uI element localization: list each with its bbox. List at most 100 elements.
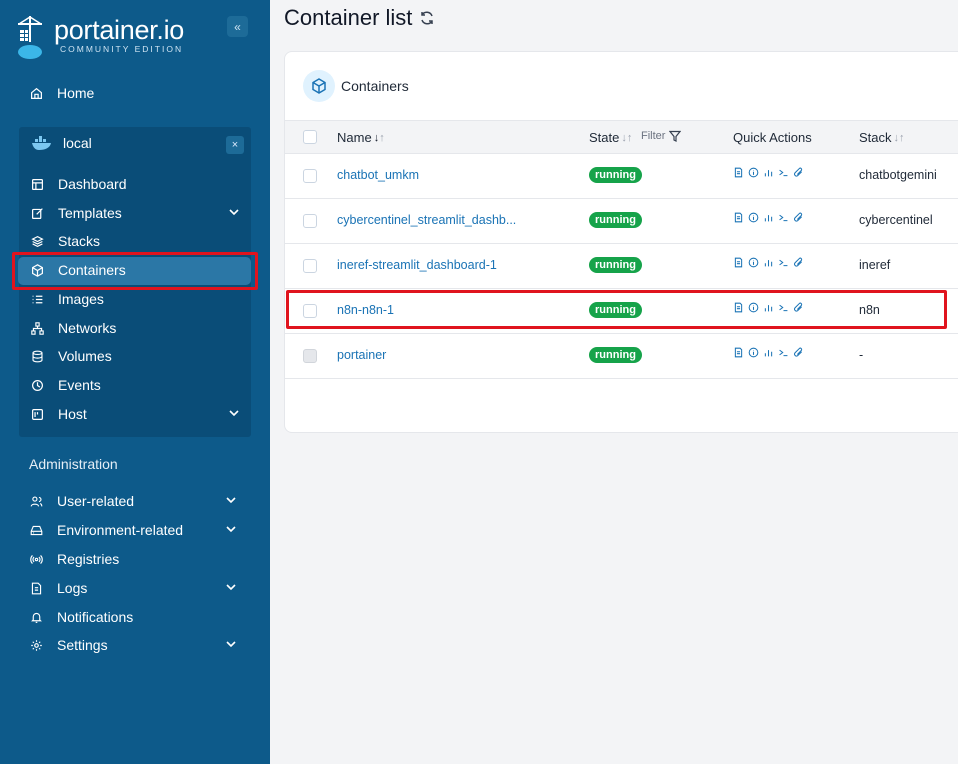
console-icon[interactable] [778, 167, 789, 178]
sidebar-item-settings[interactable]: Settings [29, 631, 237, 659]
dashboard-icon [30, 177, 44, 191]
gear-icon [29, 638, 43, 652]
attach-icon[interactable] [793, 212, 804, 223]
list-icon [30, 292, 44, 306]
sort-icon: ↓↑ [893, 131, 905, 144]
sidebar-item-logs[interactable]: Logs [29, 574, 237, 602]
container-name-link[interactable]: portainer [337, 348, 386, 362]
stack-name: - [859, 348, 864, 362]
table-header: Name ↓↑ State ↓↑ Filter Quick Actions St… [285, 120, 958, 154]
chevron-down-icon [229, 410, 239, 417]
chevron-down-icon [226, 526, 236, 533]
attach-icon[interactable] [793, 257, 804, 268]
sidebar-item-label: Dashboard [58, 176, 127, 192]
home-icon [29, 86, 43, 100]
logs-icon[interactable] [733, 212, 744, 223]
environment-header[interactable]: local [31, 135, 92, 151]
column-header-state[interactable]: State ↓↑ [589, 130, 632, 145]
refresh-icon[interactable] [419, 10, 435, 26]
table-row: cybercentinel_streamlit_dashb... running c… [285, 199, 958, 244]
server-icon [30, 407, 44, 421]
row-checkbox[interactable] [303, 169, 317, 183]
brand-subtitle: COMMUNITY EDITION [60, 44, 184, 54]
sidebar-item-host[interactable]: Host [30, 400, 240, 428]
sort-desc-icon: ↓↑ [373, 131, 385, 144]
container-name-link[interactable]: ineref-streamlit_dashboard-1 [337, 258, 497, 272]
highlight-box-containers [12, 252, 258, 290]
card-header: Containers [303, 70, 409, 102]
sort-icon: ↓↑ [621, 131, 633, 144]
portainer-logo-icon [18, 16, 42, 59]
sidebar-item-label: Host [58, 406, 87, 422]
card-title: Containers [341, 78, 409, 94]
environment-name: local [63, 135, 92, 151]
sidebar-item-volumes[interactable]: Volumes [30, 342, 112, 370]
console-icon[interactable] [778, 347, 789, 358]
logs-icon[interactable] [733, 347, 744, 358]
sidebar-item-home[interactable]: Home [29, 79, 94, 107]
stack-name: chatbotgemini [859, 168, 937, 182]
state-filter-button[interactable]: Filter [641, 130, 682, 142]
sidebar-item-dashboard[interactable]: Dashboard [30, 170, 127, 198]
drive-icon [29, 523, 43, 537]
column-header-quick-actions: Quick Actions [733, 130, 812, 145]
brand[interactable]: portainer.io COMMUNITY EDITION [16, 14, 216, 62]
close-environment-button[interactable]: × [226, 136, 244, 154]
sidebar-item-label: Networks [58, 320, 117, 336]
quick-actions [733, 257, 804, 268]
page-title-text: Container list [284, 5, 413, 30]
stats-icon[interactable] [763, 347, 774, 358]
row-checkbox[interactable] [303, 259, 317, 273]
inspect-icon[interactable] [748, 347, 759, 358]
sidebar-item-label: User-related [57, 493, 135, 509]
stats-icon[interactable] [763, 257, 774, 268]
inspect-icon[interactable] [748, 167, 759, 178]
attach-icon[interactable] [793, 167, 804, 178]
edit-icon [30, 206, 44, 220]
sidebar-item-label: Stacks [58, 233, 101, 249]
inspect-icon[interactable] [748, 257, 759, 268]
users-icon [29, 494, 43, 508]
status-badge: running [589, 257, 642, 273]
database-icon [30, 349, 44, 363]
sidebar-item-environment-related[interactable]: Environment-related [29, 516, 237, 544]
radio-icon [29, 552, 43, 566]
sidebar-item-label: Notifications [57, 609, 134, 625]
row-checkbox[interactable] [303, 214, 317, 228]
sidebar-item-user-related[interactable]: User-related [29, 487, 237, 515]
quick-actions [733, 347, 804, 358]
sidebar-item-notifications[interactable]: Notifications [29, 603, 133, 631]
select-all-checkbox[interactable] [303, 130, 317, 144]
sidebar-item-events[interactable]: Events [30, 371, 101, 399]
logs-icon[interactable] [733, 257, 744, 268]
containers-card: Containers Name ↓↑ State ↓↑ Filter Quick… [284, 51, 958, 433]
collapse-sidebar-button[interactable]: « [227, 16, 248, 37]
sidebar-item-label: Events [58, 377, 101, 393]
sidebar: portainer.io COMMUNITY EDITION « Home lo… [0, 0, 270, 764]
logs-icon[interactable] [733, 167, 744, 178]
sidebar-item-templates[interactable]: Templates [30, 199, 240, 227]
sidebar-item-registries[interactable]: Registries [29, 545, 119, 573]
sidebar-item-stacks[interactable]: Stacks [30, 227, 100, 255]
container-name-link[interactable]: chatbot_umkm [337, 168, 419, 182]
console-icon[interactable] [778, 212, 789, 223]
sidebar-item-label: Registries [57, 551, 120, 567]
chevron-down-icon [226, 584, 236, 591]
column-header-name[interactable]: Name ↓↑ [337, 130, 385, 145]
stats-icon[interactable] [763, 212, 774, 223]
sidebar-item-networks[interactable]: Networks [30, 314, 116, 342]
page-title: Container list [284, 5, 435, 31]
console-icon[interactable] [778, 257, 789, 268]
column-header-stack[interactable]: Stack ↓↑ [859, 130, 905, 145]
sidebar-item-label: Settings [57, 637, 108, 653]
stats-icon[interactable] [763, 167, 774, 178]
status-badge: running [589, 212, 642, 228]
inspect-icon[interactable] [748, 212, 759, 223]
file-icon [29, 581, 43, 595]
sidebar-item-label: Logs [57, 580, 88, 596]
attach-icon[interactable] [793, 347, 804, 358]
cube-icon [303, 70, 335, 102]
chevrons-left-icon: « [234, 19, 241, 34]
sidebar-item-label: Volumes [58, 348, 112, 364]
container-name-link[interactable]: cybercentinel_streamlit_dashb... [337, 213, 516, 227]
